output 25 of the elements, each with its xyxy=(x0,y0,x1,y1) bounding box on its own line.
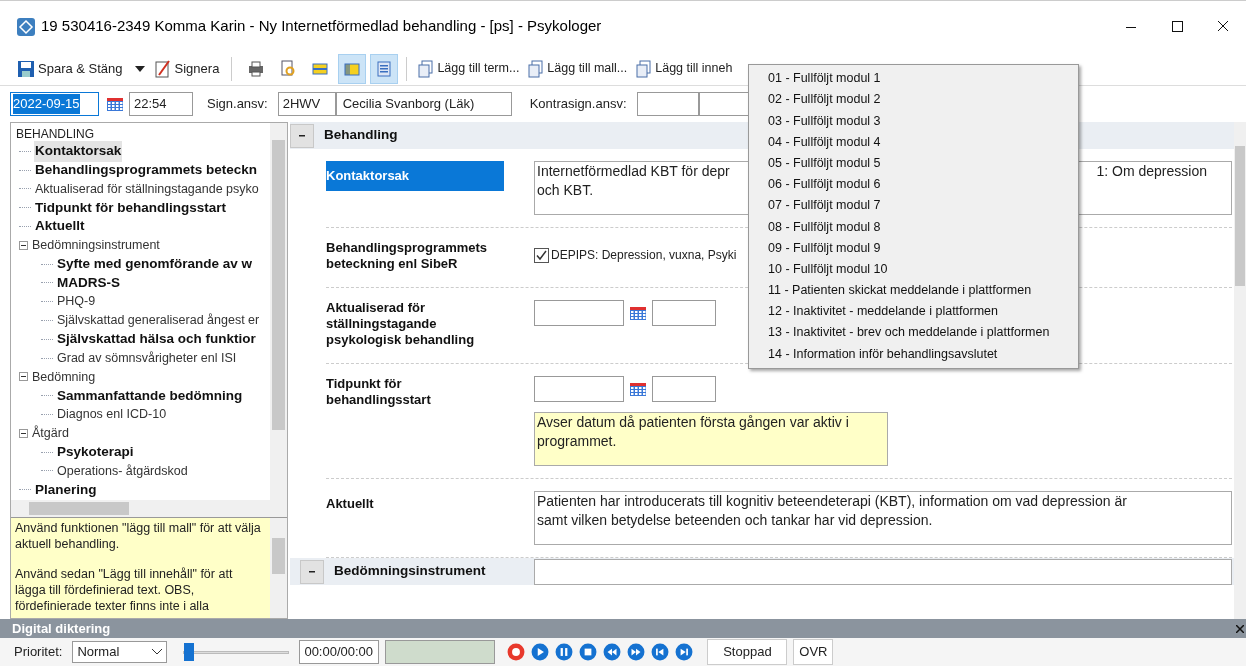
field-label: Kontaktorsak xyxy=(326,161,504,191)
date-value: 2022-09-15 xyxy=(13,94,80,114)
field-label: Behandlingsprogrammets beteckning enl SibeR xyxy=(326,240,489,272)
dictation-title: Digital diktering xyxy=(12,619,111,638)
section-title: Behandling xyxy=(324,126,398,145)
window-title: 19 530416-2349 Komma Karin - Ny Internetförmedlad behandling - [ps] - Psykologer xyxy=(41,16,602,37)
text-line: samt vilken betydelse beteenden och tankar har vid depression. xyxy=(537,511,933,530)
note-box: Avser datum då patienten första gången var aktiv i programmet. xyxy=(534,412,888,466)
text-line: 1: Om depression xyxy=(1096,162,1207,181)
field-label: Aktuellt xyxy=(326,496,375,512)
status-field: Stoppad xyxy=(707,639,788,665)
time-display: 00:00/00:00 xyxy=(299,640,380,664)
text-line: och KBT. xyxy=(537,181,594,200)
field-label: Aktualiserad för ställningstagande psykologisk behandling xyxy=(326,300,476,348)
mode-field: OVR xyxy=(793,639,834,665)
text-line: Patienten har introducerats till kognitiv beteendeterapi (KBT), information om vad depression är xyxy=(537,492,1127,511)
checkbox-label: DEPIPS: Depression, vuxna, Psyki xyxy=(551,247,737,264)
section-title: Bedömningsinstrument xyxy=(334,562,486,581)
sign-label: Sign.ansv: xyxy=(207,95,268,114)
priority-label: Prioritet: xyxy=(14,643,63,662)
hint-text: Använd funktionen "lägg till mall" för att välja aktuell behandling. xyxy=(15,520,262,552)
hint-text: Använd sedan "Lägg till innehåll" för att lägga till fördefinierad text. OBS, fördefinierade texter finns inte i alla xyxy=(15,566,234,614)
countersign-label: Kontrasign.ansv: xyxy=(529,95,627,114)
field-label: Tidpunkt för behandlingsstart xyxy=(326,376,432,408)
text-line: Internetförmedlad KBT för depr xyxy=(537,162,730,181)
